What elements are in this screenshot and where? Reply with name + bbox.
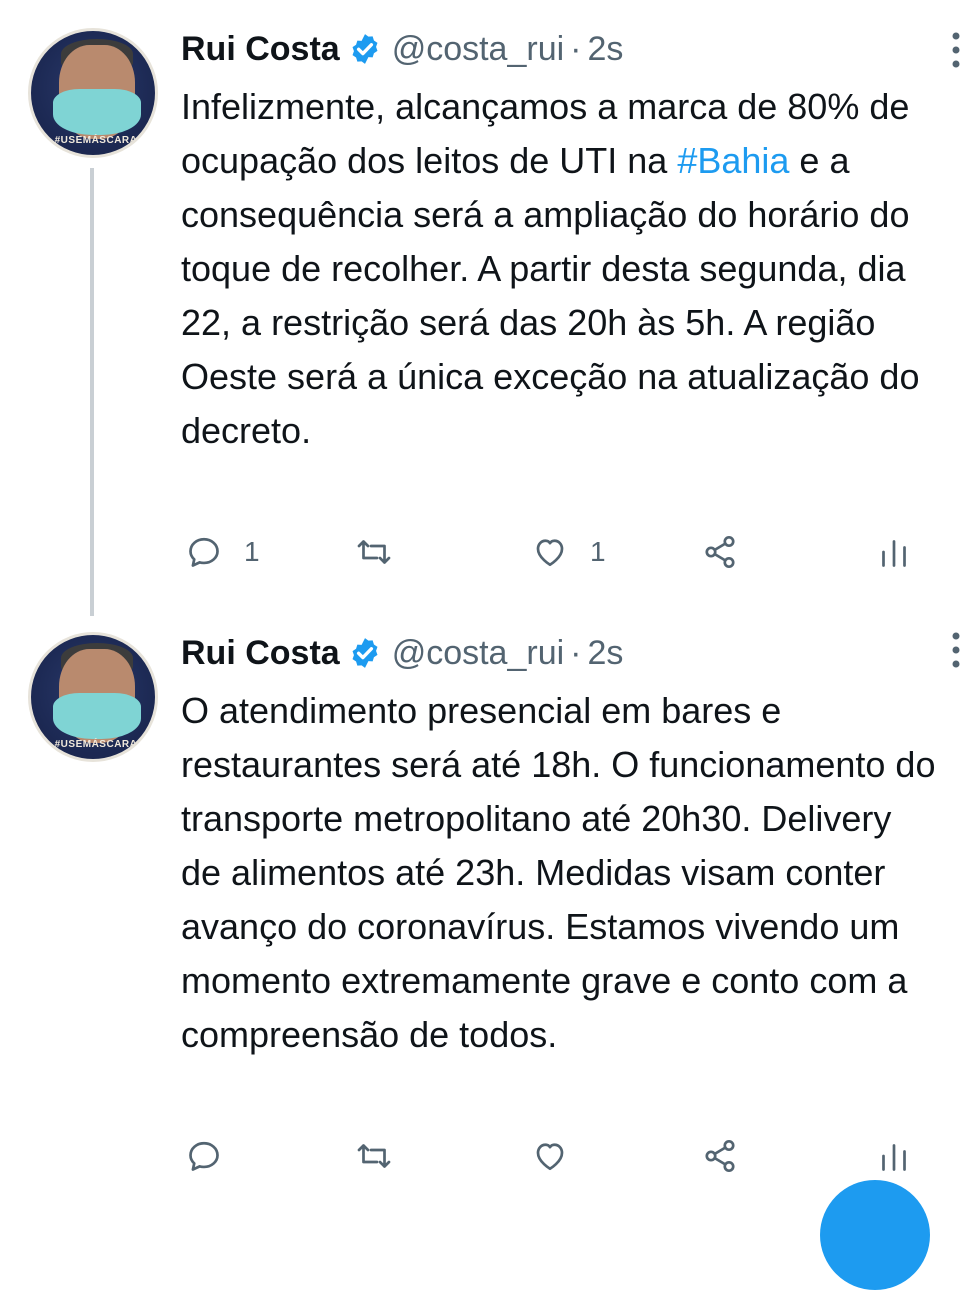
analytics-icon xyxy=(882,540,906,567)
share-icon xyxy=(705,535,735,569)
share-button[interactable] xyxy=(702,1126,738,1186)
author-name[interactable]: Rui Costa xyxy=(181,30,340,69)
avatar-mask xyxy=(53,89,141,135)
tweet-text-part: e a consequência será a ampliação do hor… xyxy=(181,140,920,451)
retweet-button[interactable] xyxy=(356,522,414,582)
reply-button[interactable]: 1 xyxy=(186,522,260,582)
tweet-actions: 1 1 xyxy=(186,522,926,582)
tweet-timestamp[interactable]: 2s xyxy=(588,30,624,69)
avatar-badge-text: #USEMÁSCARA xyxy=(54,135,138,146)
reply-button[interactable] xyxy=(186,1126,244,1186)
verified-icon xyxy=(352,638,378,668)
share-button[interactable] xyxy=(702,522,738,582)
tweet-content: Rui Costa @costa_rui · 2s O atendimento … xyxy=(181,628,951,1062)
tweet-text: O atendimento presencial em bares e rest… xyxy=(181,690,936,1055)
author-handle[interactable]: @costa_rui xyxy=(392,30,564,69)
reply-icon xyxy=(189,537,219,567)
thread-connector-line xyxy=(90,168,94,616)
avatar-mask xyxy=(53,693,141,739)
tweet-header: Rui Costa @costa_rui · 2s xyxy=(181,628,951,678)
analytics-button[interactable] xyxy=(876,522,912,582)
verified-icon xyxy=(352,34,378,64)
timeline: #USEMÁSCARA Rui Costa @costa_rui · 2s In… xyxy=(0,0,976,1290)
analytics-icon xyxy=(882,1144,906,1171)
author-name[interactable]: Rui Costa xyxy=(181,634,340,673)
tweet-actions xyxy=(186,1126,926,1186)
retweet-icon xyxy=(357,1144,391,1168)
more-vertical-icon[interactable] xyxy=(950,30,962,70)
author-handle[interactable]: @costa_rui xyxy=(392,634,564,673)
like-button[interactable] xyxy=(532,1126,590,1186)
share-icon xyxy=(705,1139,735,1173)
separator-dot: · xyxy=(570,29,582,68)
avatar[interactable]: #USEMÁSCARA xyxy=(28,28,158,158)
analytics-button[interactable] xyxy=(876,1126,912,1186)
like-icon xyxy=(536,1143,564,1171)
tweet[interactable]: #USEMÁSCARA Rui Costa @costa_rui · 2s In… xyxy=(0,0,976,620)
reply-icon xyxy=(189,1141,219,1171)
like-count: 1 xyxy=(590,536,606,567)
avatar-badge-text: #USEMÁSCARA xyxy=(54,739,138,750)
tweet-content: Rui Costa @costa_rui · 2s Infelizmente, … xyxy=(181,24,951,458)
tweet[interactable]: #USEMÁSCARA Rui Costa @costa_rui · 2s O … xyxy=(0,608,976,1200)
like-button[interactable]: 1 xyxy=(532,522,606,582)
like-icon xyxy=(536,539,564,567)
retweet-button[interactable] xyxy=(356,1126,414,1186)
avatar[interactable]: #USEMÁSCARA xyxy=(28,632,158,762)
tweet-header: Rui Costa @costa_rui · 2s xyxy=(181,24,951,74)
retweet-icon xyxy=(357,540,391,564)
tweet-timestamp[interactable]: 2s xyxy=(588,634,624,673)
hashtag-link[interactable]: #Bahia xyxy=(677,140,789,181)
reply-count: 1 xyxy=(244,536,260,567)
compose-tweet-button[interactable] xyxy=(820,1180,930,1290)
tweet-text: Infelizmente, alcançamos a marca de 80% … xyxy=(181,80,941,458)
more-vertical-icon[interactable] xyxy=(950,630,962,670)
separator-dot: · xyxy=(570,633,582,672)
